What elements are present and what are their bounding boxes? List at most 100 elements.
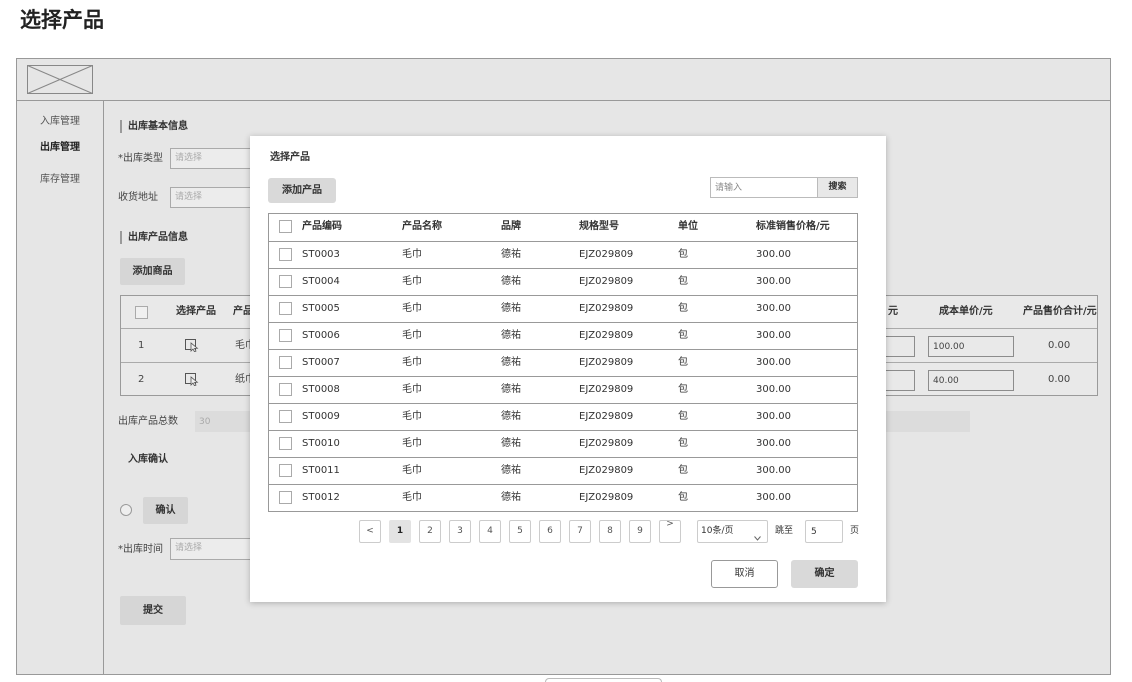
row-checkbox[interactable] [279,356,292,369]
row-index: 2 [138,374,145,385]
product-picker-table: 产品编码 产品名称 品牌 规格型号 单位 标准销售价格/元 ST0003 毛巾 德祐… [268,213,858,512]
product-row[interactable]: ST0006 毛巾 德祐 EJZ029809 包 300.00 [269,322,857,349]
next-page-button[interactable]: > [659,520,681,543]
header-sale-total: 产品售价合计/元 [1023,306,1097,317]
cell-unit: 包 [678,411,688,422]
page-button-6[interactable]: 6 [539,520,561,543]
header-price: 标准销售价格/元 [756,221,830,232]
prev-page-button[interactable]: < [359,520,381,543]
product-row[interactable]: ST0005 毛巾 德祐 EJZ029809 包 300.00 [269,295,857,322]
cell-price: 300.00 [756,411,791,422]
header-name: 产品名称 [402,221,442,232]
row-checkbox[interactable] [279,383,292,396]
jump-page-input[interactable] [805,520,843,543]
cell-unit: 包 [678,438,688,449]
page-button-3[interactable]: 3 [449,520,471,543]
product-row[interactable]: ST0010 毛巾 德祐 EJZ029809 包 300.00 [269,430,857,457]
row-cost-price-input[interactable] [928,336,1014,357]
row-checkbox[interactable] [279,275,292,288]
cell-price: 300.00 [756,384,791,395]
row-checkbox[interactable] [279,464,292,477]
cell-price: 300.00 [756,303,791,314]
cell-unit: 包 [678,276,688,287]
cursor-select-icon[interactable] [185,339,199,353]
confirm-button[interactable]: 确定 [791,560,858,588]
page-button-5[interactable]: 5 [509,520,531,543]
header-select-product: 选择产品 [176,306,216,317]
section-title-confirm: 入库确认 [128,454,168,465]
row-index: 1 [138,340,145,351]
cell-code: ST0006 [302,330,340,341]
page-button-8[interactable]: 8 [599,520,621,543]
section-title-basic: 出库基本信息 [120,120,188,133]
cell-unit: 包 [678,357,688,368]
search-button[interactable]: 搜索 [818,177,858,198]
product-row[interactable]: ST0007 毛巾 德祐 EJZ029809 包 300.00 [269,349,857,376]
product-row[interactable]: ST0012 毛巾 德祐 EJZ029809 包 300.00 [269,484,857,511]
confirm-button[interactable]: 确认 [143,497,188,524]
out-time-label: *出库时间 [118,544,163,555]
cell-model: EJZ029809 [579,249,634,260]
cell-unit: 包 [678,384,688,395]
cell-brand: 德祐 [501,357,521,368]
product-picker-header: 产品编码 产品名称 品牌 规格型号 单位 标准销售价格/元 [269,214,857,241]
sidebar-item-inbound[interactable]: 入库管理 [17,115,103,129]
cursor-select-icon[interactable] [185,373,199,387]
row-cost-price-input[interactable] [928,370,1014,391]
page-button-1[interactable]: 1 [389,520,411,543]
cell-model: EJZ029809 [579,465,634,476]
out-type-label: *出库类型 [118,153,163,164]
cell-unit: 包 [678,303,688,314]
cell-model: EJZ029809 [579,492,634,503]
cell-price: 300.00 [756,249,791,260]
submit-button[interactable]: 提交 [120,596,186,625]
row-checkbox[interactable] [279,491,292,504]
row-checkbox[interactable] [279,329,292,342]
page-button-2[interactable]: 2 [419,520,441,543]
product-row[interactable]: ST0011 毛巾 德祐 EJZ029809 包 300.00 [269,457,857,484]
cell-name: 毛巾 [402,438,422,449]
cell-code: ST0005 [302,303,340,314]
select-all-checkbox[interactable] [135,306,148,319]
scroll-handle[interactable] [545,678,662,682]
confirm-radio[interactable] [120,504,132,516]
cell-name: 毛巾 [402,330,422,341]
header-model: 规格型号 [579,221,619,232]
cell-name: 毛巾 [402,465,422,476]
add-product-button[interactable]: 添加产品 [268,178,336,203]
sidebar-item-inventory[interactable]: 库存管理 [17,173,103,187]
page-title: 选择产品 [20,8,104,32]
add-goods-button[interactable]: 添加商品 [120,258,185,285]
cell-brand: 德祐 [501,411,521,422]
page-size-select[interactable]: 10条/页 [697,520,768,543]
cell-name: 毛巾 [402,357,422,368]
page-button-7[interactable]: 7 [569,520,591,543]
cell-model: EJZ029809 [579,438,634,449]
product-row[interactable]: ST0008 毛巾 德祐 EJZ029809 包 300.00 [269,376,857,403]
cell-code: ST0008 [302,384,340,395]
cell-brand: 德祐 [501,438,521,449]
cell-brand: 德祐 [501,465,521,476]
product-row[interactable]: ST0003 毛巾 德祐 EJZ029809 包 300.00 [269,241,857,268]
product-row[interactable]: ST0009 毛巾 德祐 EJZ029809 包 300.00 [269,403,857,430]
cancel-button[interactable]: 取消 [711,560,778,588]
page-button-9[interactable]: 9 [629,520,651,543]
product-row[interactable]: ST0004 毛巾 德祐 EJZ029809 包 300.00 [269,268,857,295]
select-all-checkbox[interactable] [279,220,292,233]
cell-code: ST0007 [302,357,340,368]
row-checkbox[interactable] [279,302,292,315]
header-cost-price: 成本单价/元 [939,306,993,317]
cell-model: EJZ029809 [579,357,634,368]
sidebar-item-outbound[interactable]: 出库管理 [17,141,103,155]
cell-model: EJZ029809 [579,276,634,287]
row-checkbox[interactable] [279,410,292,423]
page-button-4[interactable]: 4 [479,520,501,543]
cell-unit: 包 [678,330,688,341]
select-product-dialog: 选择产品 添加产品 搜索 产品编码 产品名称 品牌 规格型号 单位 标准销售价格… [250,136,886,602]
row-checkbox[interactable] [279,248,292,261]
dialog-title: 选择产品 [270,152,310,163]
row-checkbox[interactable] [279,437,292,450]
address-placeholder: 请选择 [175,192,203,202]
search-input[interactable] [710,177,818,198]
cell-brand: 德祐 [501,492,521,503]
